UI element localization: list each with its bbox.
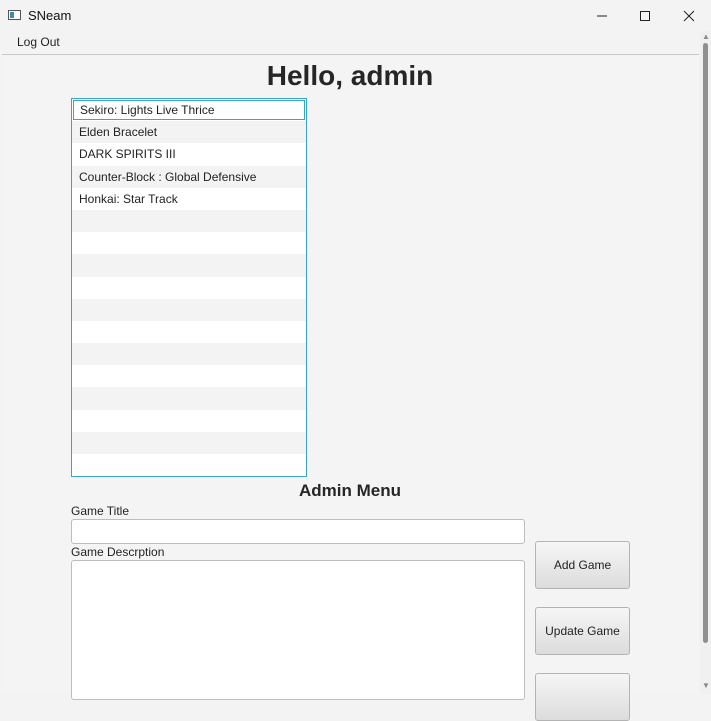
scroll-down-icon[interactable]: ▼ [702, 682, 710, 690]
game-title-label: Game Title [71, 504, 130, 518]
empty-list-row [72, 209, 306, 233]
admin-menu-heading: Admin Menu [299, 481, 401, 500]
empty-list-row [72, 277, 306, 299]
game-list-item[interactable]: Sekiro: Lights Live Thrice [73, 100, 305, 121]
minimize-button[interactable] [580, 0, 624, 31]
logout-menu-item[interactable]: Log Out [10, 35, 67, 49]
empty-list-row [72, 254, 306, 277]
maximize-icon [640, 10, 650, 21]
empty-list-row [72, 343, 306, 366]
menu-bar: Log Out [2, 31, 699, 55]
minimize-icon [597, 15, 607, 16]
game-description-label: Game Descrption [71, 545, 165, 559]
game-description-input[interactable] [71, 560, 525, 700]
game-list-item[interactable]: Elden Bracelet [72, 121, 306, 144]
greeting-heading: Hello, admin [266, 60, 434, 91]
scroll-up-icon[interactable]: ▲ [702, 33, 710, 41]
update-game-button[interactable]: Update Game [535, 607, 630, 655]
game-list-item[interactable]: Honkai: Star Track [72, 188, 306, 210]
close-button[interactable] [667, 0, 711, 31]
empty-list-row [72, 431, 306, 454]
scrollbar-thumb[interactable] [703, 43, 708, 643]
empty-list-row [72, 365, 306, 387]
close-icon [683, 10, 695, 21]
empty-list-row [72, 387, 306, 410]
add-game-button[interactable]: Add Game [535, 541, 630, 589]
vertical-scrollbar[interactable]: ▲ ▼ [700, 31, 711, 693]
game-list-item[interactable]: DARK SPIRITS III [72, 143, 306, 165]
title-bar: SNeam [0, 0, 711, 31]
third-action-button[interactable] [535, 673, 630, 721]
game-list[interactable]: Sekiro: Lights Live Thrice Elden Bracelet… [71, 98, 307, 477]
empty-list-row [72, 232, 306, 254]
maximize-button[interactable] [623, 0, 667, 31]
game-list-item[interactable]: Counter-Block : Global Defensive [72, 165, 306, 188]
game-title-input[interactable] [71, 519, 525, 544]
empty-list-row [72, 410, 306, 432]
empty-list-row [72, 321, 306, 343]
empty-list-row [72, 298, 306, 321]
window-title: SNeam [28, 8, 72, 23]
empty-list-row [72, 454, 306, 476]
app-icon [8, 10, 21, 20]
